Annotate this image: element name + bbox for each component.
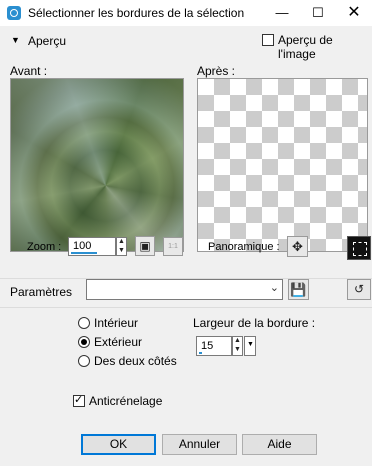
before-label: Avant : [10, 64, 48, 78]
preview-toggle-label[interactable]: Aperçu [28, 34, 66, 48]
help-button[interactable]: Aide [242, 434, 317, 455]
mode-option-label: Des deux côtés [94, 354, 177, 368]
mode-option-label: Intérieur [94, 316, 139, 330]
mode-radio-interior[interactable] [78, 317, 90, 329]
params-label: Paramètres [10, 285, 73, 299]
selection-marquee-icon[interactable] [347, 236, 371, 260]
mode-radio-exterior[interactable] [78, 336, 90, 348]
show-image-checkbox[interactable] [262, 34, 274, 46]
close-icon[interactable]: ✕ [336, 0, 372, 26]
app-icon [7, 6, 21, 20]
border-width-dropdown[interactable]: ▼ [244, 336, 256, 356]
reset-icon[interactable]: ↺ [347, 279, 371, 300]
cancel-button[interactable]: Annuler [162, 434, 237, 455]
chevron-down-icon[interactable]: ⌄ [270, 281, 279, 294]
antialias-label: Anticrénelage [89, 394, 163, 408]
antialias-checkbox[interactable] [73, 393, 85, 407]
actual-size-icon: 1:1 [163, 237, 183, 256]
minimize-icon[interactable]: — [264, 0, 300, 26]
window-title: Sélectionner les bordures de la sélectio… [28, 6, 245, 20]
collapse-triangle-icon[interactable]: ▼ [11, 35, 20, 45]
border-width-spinner[interactable]: ▲ ▼ [232, 336, 243, 356]
after-preview-image[interactable] [197, 78, 368, 252]
border-width-label: Largeur de la bordure : [193, 316, 316, 330]
before-preview-image[interactable] [10, 78, 184, 252]
save-preset-icon[interactable]: 💾 [288, 279, 309, 300]
maximize-icon[interactable]: ☐ [300, 0, 336, 26]
show-image-label: Aperçu de l'image [278, 33, 333, 61]
ok-button[interactable]: OK [81, 434, 156, 455]
zoom-input[interactable]: 100 [68, 237, 116, 256]
pan-label: Panoramique : [208, 241, 280, 253]
pan-move-icon[interactable]: ✥ [287, 236, 308, 257]
border-width-input[interactable]: 15 [196, 336, 232, 356]
zoom-spinner[interactable]: ▲ ▼ [116, 237, 127, 256]
chevron-down-icon[interactable]: ▼ [247, 341, 254, 348]
mode-option-label: Extérieur [94, 335, 143, 349]
fit-to-window-icon[interactable]: ▣ [135, 236, 155, 256]
mode-radio-both[interactable] [78, 355, 90, 367]
after-label: Après : [197, 64, 236, 78]
zoom-label: Zoom : [27, 241, 62, 253]
preset-dropdown[interactable]: ⌄ [86, 279, 283, 300]
